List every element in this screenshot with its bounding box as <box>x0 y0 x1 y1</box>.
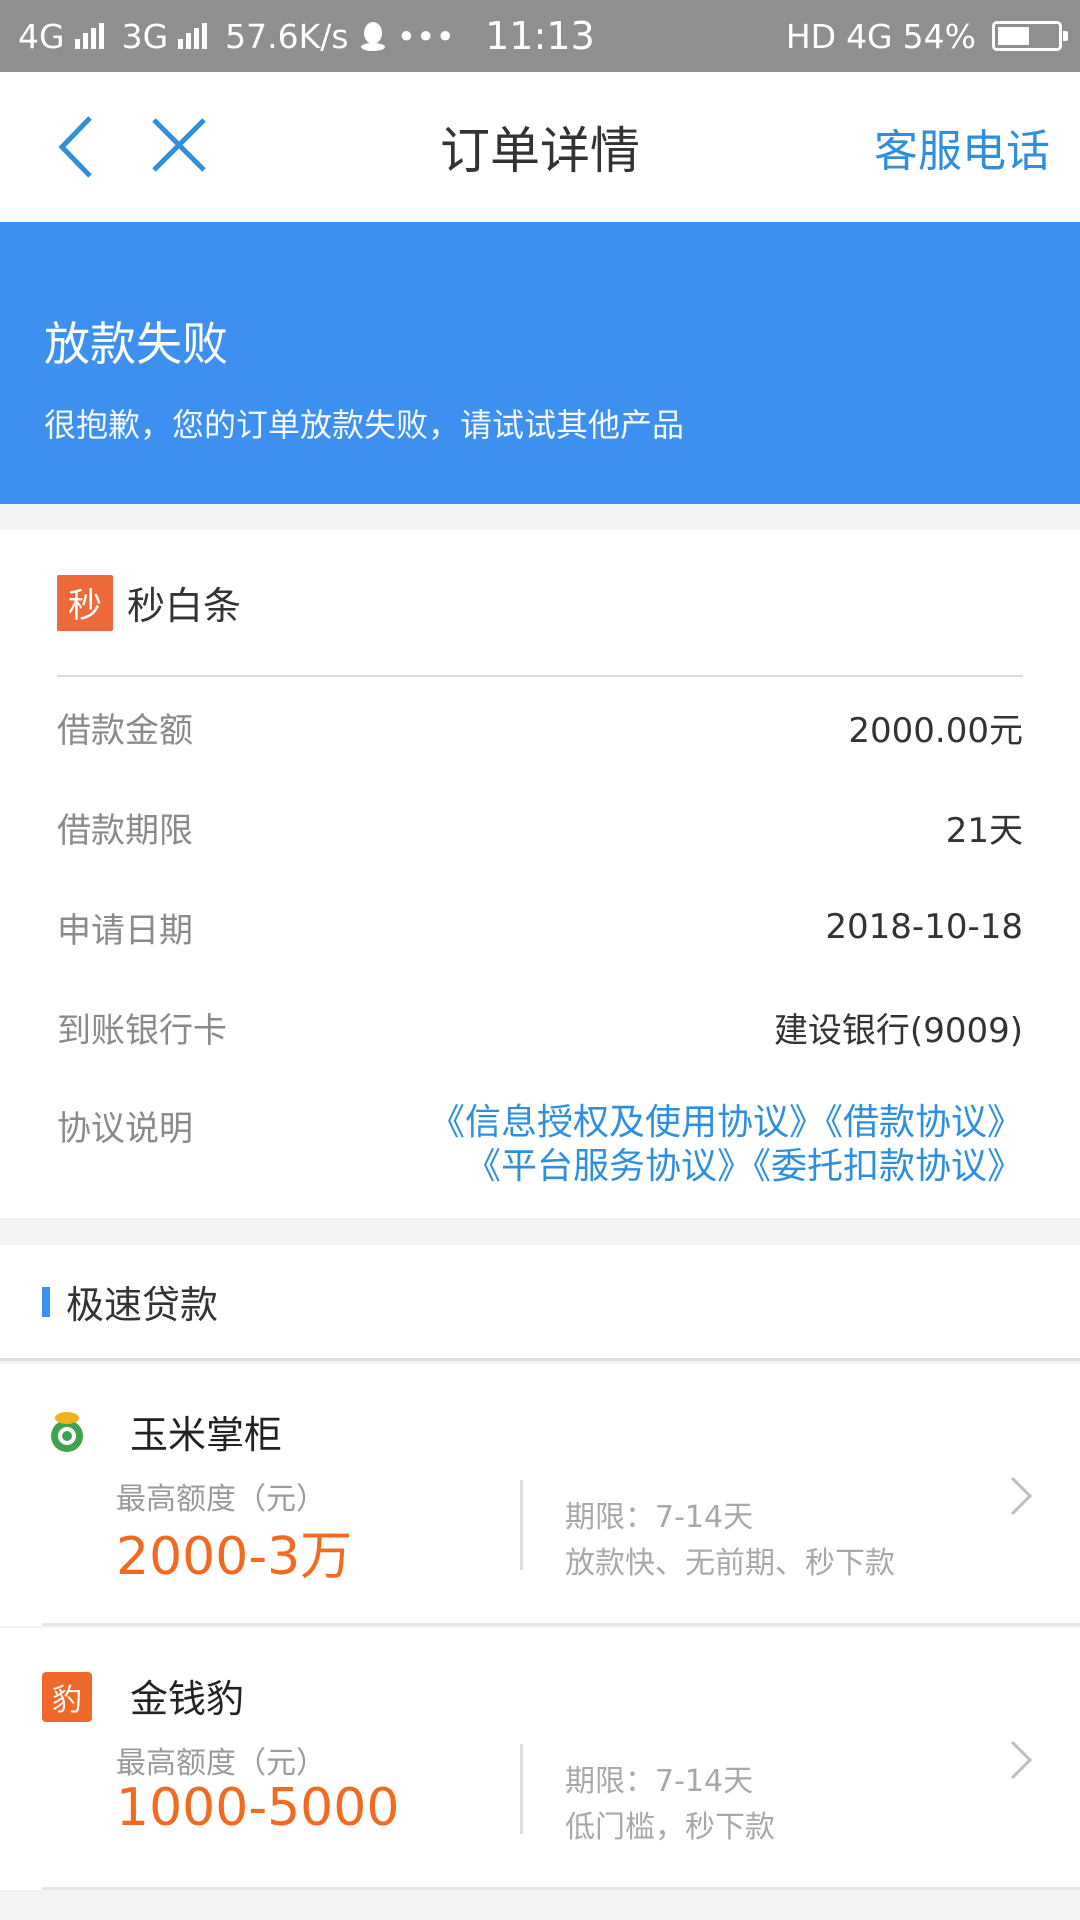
detail-row-term: 借款期限 21天 <box>57 777 1023 877</box>
fast-loan-section-header: 极速贷款 <box>0 1245 1080 1361</box>
network-type-3: 4G <box>846 16 893 56</box>
detail-value: 建设银行(9009) <box>773 1010 1023 1051</box>
loan-limit-caption: 最高额度（元） <box>116 1746 326 1781</box>
order-detail-card: 秒 秒白条 借款金额 2000.00元 借款期限 21天 申请日期 2018-1… <box>0 530 1080 1218</box>
status-right: HD 4G 54% <box>785 16 1068 56</box>
chevron-right-icon <box>1010 1740 1033 1780</box>
hd-indicator: HD <box>785 16 837 56</box>
loan-term: 期限：7-14天 <box>565 1764 754 1799</box>
loan-product-name: 玉米掌柜 <box>130 1413 283 1457</box>
loan-limit-caption: 最高额度（元） <box>116 1482 326 1517</box>
agreement-link-platform-service[interactable]: 《平台服务协议》 <box>465 1146 753 1187</box>
detail-value: 2000.00元 <box>848 710 1023 751</box>
section-title: 极速贷款 <box>66 1283 219 1327</box>
detail-label: 协议说明 <box>57 1109 193 1149</box>
detail-value: 21天 <box>945 810 1023 851</box>
loan-limit-amount: 1000-5000 <box>116 1778 400 1838</box>
status-title: 放款失败 <box>44 317 228 371</box>
close-icon[interactable] <box>148 114 210 176</box>
detail-row-date: 申请日期 2018-10-18 <box>57 877 1023 977</box>
battery-icon <box>992 21 1068 51</box>
network-type-1: 4G <box>18 16 65 56</box>
battery-percent: 54% <box>902 16 976 56</box>
corn-logo-icon <box>51 1412 83 1452</box>
agreement-links: 《信息授权及使用协议》《借款协议》 《平台服务协议》《委托扣款协议》 <box>429 1101 1023 1189</box>
loan-item-yumi[interactable]: 玉米掌柜 最高额度（元） 2000-3万 期限：7-14天 放款快、无前期、秒下… <box>0 1364 1080 1626</box>
loan-limit-amount: 2000-3万 <box>116 1527 353 1587</box>
agreement-link-info-authorization[interactable]: 《信息授权及使用协议》 <box>429 1102 825 1143</box>
loan-divider <box>520 1480 523 1570</box>
row-divider <box>42 1887 1080 1890</box>
agreement-link-entrusted-deduction[interactable]: 《委托扣款协议》 <box>753 1146 1023 1187</box>
detail-label: 申请日期 <box>57 910 193 951</box>
qq-penguin-icon <box>360 22 385 51</box>
nav-bar: 订单详情 客服电话 <box>0 72 1080 222</box>
detail-label: 借款期限 <box>57 810 193 851</box>
product-header: 秒 秒白条 <box>57 530 1023 677</box>
product-logo-icon: 秒 <box>57 574 113 631</box>
detail-label: 借款金额 <box>57 710 193 751</box>
loan-term: 期限：7-14天 <box>565 1500 754 1535</box>
more-dots: ••• <box>396 16 455 56</box>
network-type-2: 3G <box>121 16 169 56</box>
loan-item-jinqianbao[interactable]: 豹 金钱豹 最高额度（元） 1000-5000 期限：7-14天 低门槛，秒下款 <box>0 1628 1080 1890</box>
agreement-link-loan[interactable]: 《借款协议》 <box>825 1102 1023 1143</box>
product-name: 秒白条 <box>127 584 242 628</box>
status-left: 4G 3G 57.6K/s ••• <box>18 17 455 56</box>
status-bar: 4G 3G 57.6K/s ••• 11:13 HD 4G 54% <box>0 0 1080 72</box>
loan-description: 放款快、无前期、秒下款 <box>565 1546 895 1581</box>
signal-icon <box>178 23 208 49</box>
detail-row-agreements: 协议说明 《信息授权及使用协议》《借款协议》 《平台服务协议》《委托扣款协议》 <box>57 1077 1023 1237</box>
status-message: 很抱歉，您的订单放款失败，请试试其他产品 <box>44 406 685 444</box>
chevron-left-icon[interactable] <box>48 112 108 182</box>
detail-row-amount: 借款金额 2000.00元 <box>57 677 1023 777</box>
loan-divider <box>520 1744 523 1834</box>
detail-value: 2018-10-18 <box>825 907 1023 947</box>
section-accent-bar <box>42 1286 50 1317</box>
loan-description: 低门槛，秒下款 <box>565 1810 775 1845</box>
signal-icon <box>74 23 104 49</box>
network-speed: 57.6K/s <box>225 16 349 56</box>
chevron-right-icon <box>1010 1476 1033 1516</box>
leopard-logo-icon: 豹 <box>42 1672 92 1722</box>
detail-row-bank-card: 到账银行卡 建设银行(9009) <box>57 977 1023 1077</box>
customer-service-phone-link[interactable]: 客服电话 <box>874 115 1050 179</box>
detail-label: 到账银行卡 <box>57 1010 227 1051</box>
loan-product-name: 金钱豹 <box>130 1677 245 1721</box>
row-divider <box>42 1623 1080 1626</box>
status-banner: 放款失败 很抱歉，您的订单放款失败，请试试其他产品 <box>0 222 1080 504</box>
